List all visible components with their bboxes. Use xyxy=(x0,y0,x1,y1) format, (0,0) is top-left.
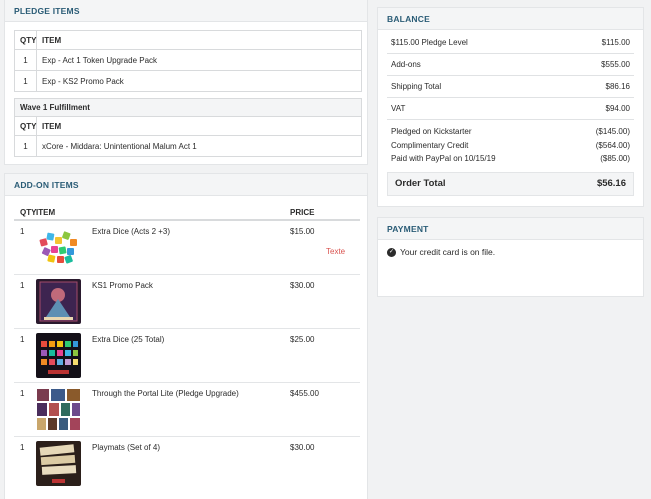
table-row: 1 Exp - KS2 Promo Pack xyxy=(15,70,361,91)
item-qty: 1 xyxy=(15,50,37,70)
item-header: ITEM xyxy=(42,121,62,131)
card-collection-image xyxy=(36,387,81,432)
balance-value: $555.00 xyxy=(601,60,630,69)
item-price: $30.00 xyxy=(290,281,315,290)
item-name: Through the Portal Lite (Pledge Upgrade) xyxy=(92,389,239,398)
table-row: 1 KS1 Promo Pack $30.00 xyxy=(14,275,360,329)
pledge-items-table: QTY ITEM 1 Exp - Act 1 Token Upgrade Pac… xyxy=(14,30,362,92)
payment-title: PAYMENT xyxy=(378,218,643,240)
qty-header: QTY xyxy=(20,207,37,217)
table-row: 1 xCore - Middara: Unintentional Malum A… xyxy=(15,135,361,156)
item-name: Exp - Act 1 Token Upgrade Pack xyxy=(42,55,158,65)
balance-label: VAT xyxy=(391,104,406,113)
balance-panel: BALANCE $115.00 Pledge Level $115.00 Add… xyxy=(377,7,644,207)
item-qty: 1 xyxy=(15,71,37,91)
balance-value: $94.00 xyxy=(605,104,630,113)
order-total-label: Order Total xyxy=(395,178,446,189)
balance-label: Add-ons xyxy=(391,60,421,69)
order-total: Order Total $56.16 xyxy=(387,171,634,196)
add-on-items-title: ADD-ON ITEMS xyxy=(5,174,367,196)
table-row: 1 Exp - Act 1 Token Upgrade Pack xyxy=(15,49,361,70)
balance-row: VAT $94.00 xyxy=(387,98,634,120)
payment-row: Paid with PayPal on 10/15/19 ($85.00) xyxy=(387,152,634,166)
wave-fulfillment-title: Wave 1 Fulfillment xyxy=(14,98,362,116)
dice-image xyxy=(36,225,81,270)
table-header: QTY ITEM xyxy=(15,117,361,135)
item-name: KS1 Promo Pack xyxy=(92,281,153,290)
payment-row: Pledged on Kickstarter ($145.00) xyxy=(387,125,634,139)
payment-status: ✓ Your credit card is on file. xyxy=(387,247,634,257)
pledge-items-title: PLEDGE ITEMS xyxy=(5,0,367,22)
item-header: ITEM xyxy=(36,207,56,217)
item-name: Exp - KS2 Promo Pack xyxy=(42,76,124,86)
balance-row: Add-ons $555.00 xyxy=(387,54,634,76)
item-qty: 1 xyxy=(20,335,25,344)
item-qty: 1 xyxy=(20,281,25,290)
item-price: $25.00 xyxy=(290,335,315,344)
item-qty: 1 xyxy=(15,136,37,156)
item-qty: 1 xyxy=(20,389,25,398)
table-row: 1 Extra Dice (Acts 2 +3) $15.00 Texte xyxy=(14,221,360,275)
item-qty: 1 xyxy=(20,227,25,236)
table-row: 1 Extra Dice (25 Total) $25.00 xyxy=(14,329,360,383)
table-row: 1 Through the Portal Lite (Pledge Upgrad… xyxy=(14,383,360,437)
balance-title: BALANCE xyxy=(378,8,643,30)
playmats-image xyxy=(36,441,81,486)
price-header: PRICE xyxy=(290,207,315,217)
item-header: ITEM xyxy=(42,35,62,45)
item-name: Playmats (Set of 4) xyxy=(92,443,161,452)
pledge-items-panel: PLEDGE ITEMS QTY ITEM 1 Exp - Act 1 Toke… xyxy=(4,0,368,165)
red-note-text: Texte xyxy=(326,247,346,256)
order-total-value: $56.16 xyxy=(596,178,626,189)
table-header: QTY ITEM xyxy=(15,31,361,49)
check-circle-icon: ✓ xyxy=(387,247,396,257)
payment-label: Paid with PayPal on 10/15/19 xyxy=(391,154,496,164)
item-name: Extra Dice (25 Total) xyxy=(92,335,165,344)
item-price: $15.00 xyxy=(290,227,315,236)
payment-value: ($85.00) xyxy=(600,154,630,164)
add-on-items-panel: ADD-ON ITEMS QTY ITEM PRICE 1 Extra Dice… xyxy=(4,173,368,499)
balance-value: $86.16 xyxy=(605,82,630,91)
balance-value: $115.00 xyxy=(601,38,630,47)
table-row: 1 Playmats (Set of 4) $30.00 xyxy=(14,437,360,491)
balance-row: Shipping Total $86.16 xyxy=(387,76,634,98)
item-price: $30.00 xyxy=(290,443,315,452)
payment-value: ($145.00) xyxy=(595,127,630,137)
dice-box-image xyxy=(36,333,81,378)
balance-label: Shipping Total xyxy=(391,82,442,91)
item-name: Extra Dice (Acts 2 +3) xyxy=(92,227,171,236)
item-name: xCore - Middara: Unintentional Malum Act… xyxy=(42,141,197,151)
promo-pack-image xyxy=(36,279,81,324)
balance-row: $115.00 Pledge Level $115.00 xyxy=(387,32,634,54)
wave-items-table: QTY ITEM 1 xCore - Middara: Unintentiona… xyxy=(14,116,362,157)
payment-row: Complimentary Credit ($564.00) xyxy=(387,139,634,153)
qty-header: QTY xyxy=(15,31,37,49)
payment-label: Complimentary Credit xyxy=(391,140,469,150)
qty-header: QTY xyxy=(15,117,37,135)
payment-value: ($564.00) xyxy=(595,140,630,150)
item-qty: 1 xyxy=(20,443,25,452)
add-on-table-header: QTY ITEM PRICE xyxy=(14,205,360,221)
payment-message: Your credit card is on file. xyxy=(400,247,496,257)
payment-panel: PAYMENT ✓ Your credit card is on file. xyxy=(377,217,644,297)
balance-label: $115.00 Pledge Level xyxy=(391,38,468,47)
item-price: $455.00 xyxy=(290,389,319,398)
payment-label: Pledged on Kickstarter xyxy=(391,127,472,137)
